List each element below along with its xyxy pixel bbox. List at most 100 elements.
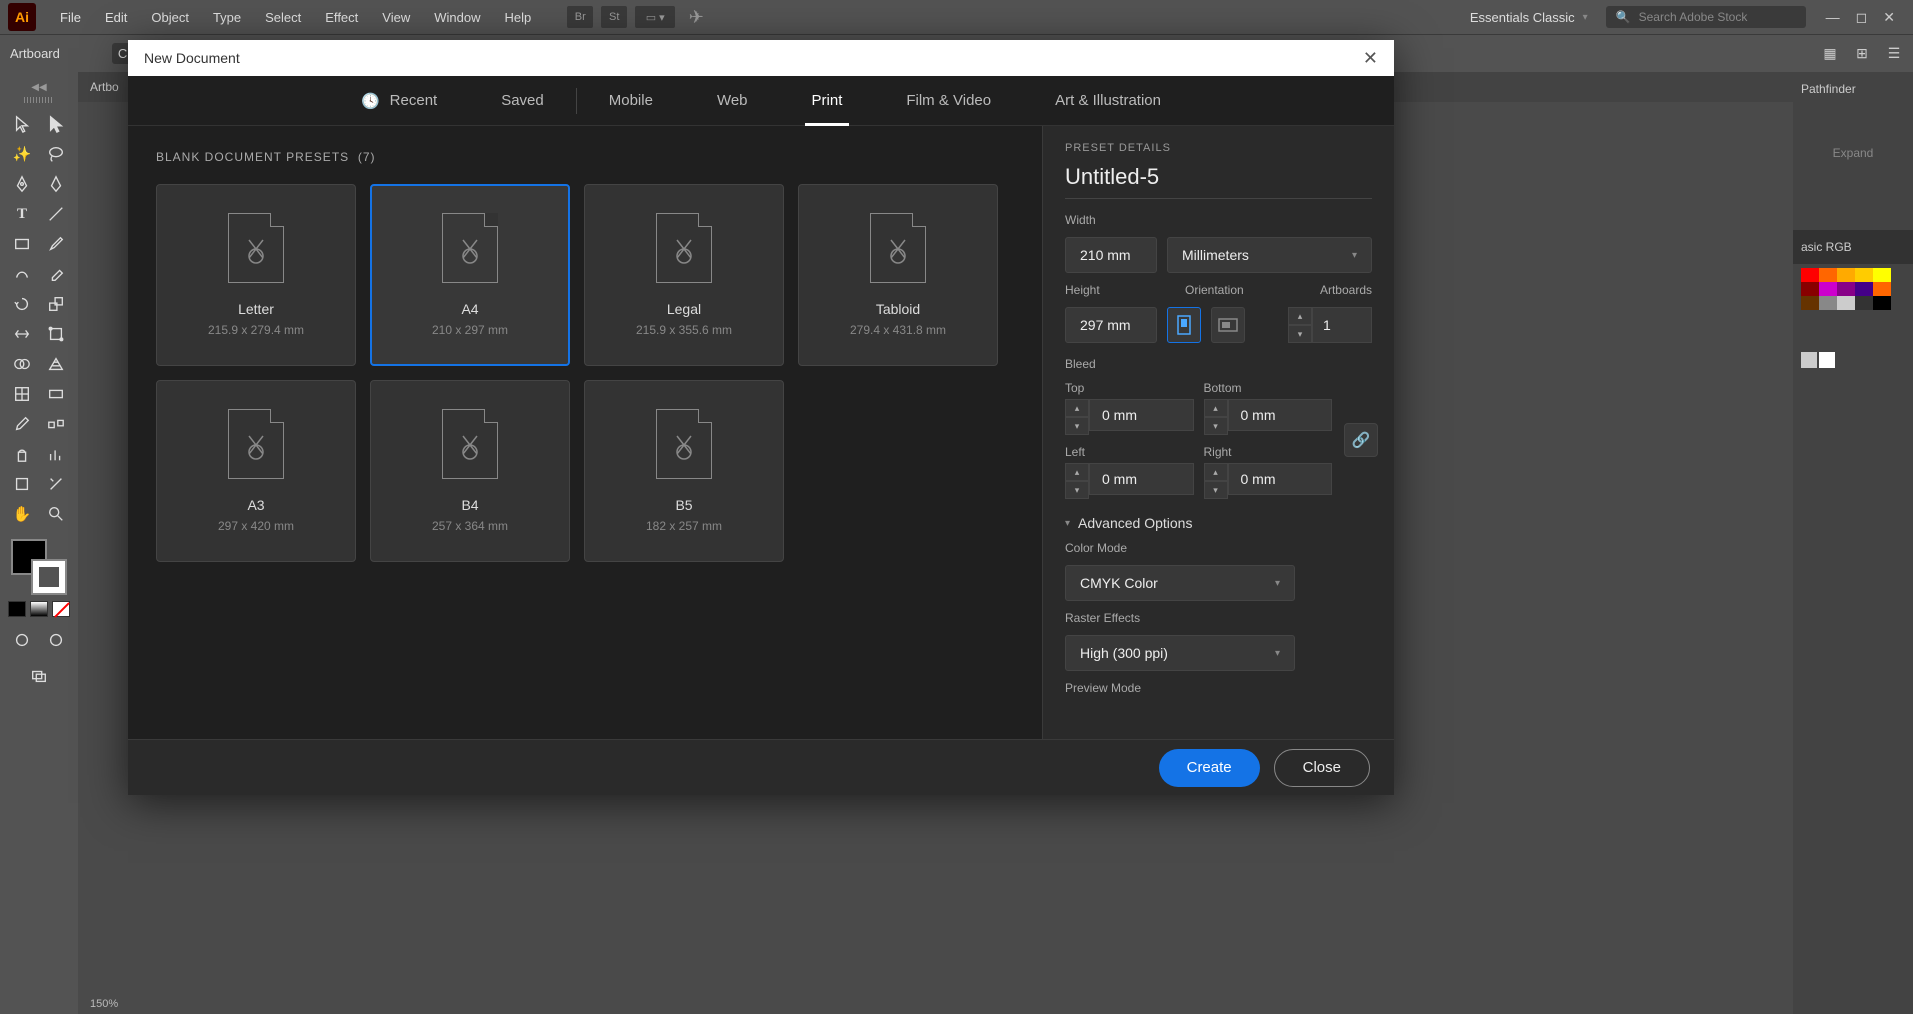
bleed-left-input[interactable]: 0 mm	[1089, 463, 1194, 495]
orientation-portrait[interactable]	[1167, 307, 1201, 343]
gradient-mode-icon[interactable]	[30, 601, 48, 617]
draw-mode-icon[interactable]	[5, 625, 39, 655]
bleed-top-up[interactable]: ▴	[1065, 399, 1089, 417]
screen-mode-icon[interactable]	[22, 661, 56, 691]
zoom-level[interactable]: 150%	[90, 998, 118, 1010]
width-input[interactable]: 210 mm	[1065, 237, 1157, 273]
preset-b4[interactable]: B4257 x 364 mm	[370, 380, 570, 562]
link-bleed-icon[interactable]: 🔗	[1344, 423, 1378, 457]
stroke-swatch[interactable]	[31, 559, 67, 595]
color-mode-dropdown[interactable]: CMYK Color ▾	[1065, 565, 1295, 601]
scale-tool[interactable]	[39, 289, 73, 319]
graph-tool[interactable]	[39, 439, 73, 469]
curvature-tool[interactable]	[39, 169, 73, 199]
lasso-tool[interactable]	[39, 139, 73, 169]
bleed-left-down[interactable]: ▾	[1065, 481, 1089, 499]
eraser-tool[interactable]	[39, 259, 73, 289]
artboard-tool[interactable]	[5, 469, 39, 499]
height-input[interactable]: 297 mm	[1065, 307, 1157, 343]
perspective-tool[interactable]	[39, 349, 73, 379]
swatch-magenta[interactable]	[1819, 282, 1837, 296]
free-transform-tool[interactable]	[39, 319, 73, 349]
bleed-right-input[interactable]: 0 mm	[1228, 463, 1333, 495]
search-stock-input[interactable]: 🔍 Search Adobe Stock	[1606, 6, 1806, 28]
swatch-ltgray[interactable]	[1837, 296, 1855, 310]
collapse-icon[interactable]: ◀◀	[31, 82, 46, 93]
direct-selection-tool[interactable]	[39, 109, 73, 139]
menu-select[interactable]: Select	[253, 2, 313, 33]
tab-art-illustration[interactable]: Art & Illustration	[1023, 76, 1193, 126]
close-window-icon[interactable]: ✕	[1883, 9, 1895, 26]
menu-type[interactable]: Type	[201, 2, 253, 33]
preset-letter[interactable]: Letter215.9 x 279.4 mm	[156, 184, 356, 366]
menu-edit[interactable]: Edit	[93, 2, 139, 33]
menu-effect[interactable]: Effect	[313, 2, 370, 33]
doc-tab[interactable]: Artbo	[90, 80, 119, 94]
bleed-right-down[interactable]: ▾	[1204, 481, 1228, 499]
artboard-up[interactable]: ▴	[1288, 307, 1312, 325]
bleed-bottom-up[interactable]: ▴	[1204, 399, 1228, 417]
type-tool[interactable]: T	[5, 199, 39, 229]
preset-legal[interactable]: Legal215.9 x 355.6 mm	[584, 184, 784, 366]
tab-web[interactable]: Web	[685, 76, 780, 126]
prefs-icon[interactable]: ☰	[1885, 45, 1903, 63]
bleed-bottom-down[interactable]: ▾	[1204, 417, 1228, 435]
close-icon[interactable]: ✕	[1363, 48, 1378, 69]
slice-tool[interactable]	[39, 469, 73, 499]
maximize-icon[interactable]: ◻	[1856, 9, 1868, 26]
document-name-input[interactable]: Untitled-5	[1065, 164, 1372, 199]
shaper-tool[interactable]	[5, 259, 39, 289]
tab-print[interactable]: Print	[780, 76, 875, 126]
width-tool[interactable]	[5, 319, 39, 349]
swatch-red[interactable]	[1801, 268, 1819, 282]
raster-effects-dropdown[interactable]: High (300 ppi) ▾	[1065, 635, 1295, 671]
rectangle-tool[interactable]	[5, 229, 39, 259]
mesh-tool[interactable]	[5, 379, 39, 409]
artboard-down[interactable]: ▾	[1288, 325, 1312, 343]
preset-a3[interactable]: A3297 x 420 mm	[156, 380, 356, 562]
swatches-panel-tab[interactable]: asic RGB	[1793, 230, 1913, 264]
workspace-dropdown[interactable]: Essentials Classic ▾	[1452, 10, 1606, 25]
bleed-bottom-input[interactable]: 0 mm	[1228, 399, 1333, 431]
swatch-violet[interactable]	[1855, 282, 1873, 296]
preset-a4[interactable]: A4210 x 297 mm	[370, 184, 570, 366]
magic-wand-tool[interactable]: ✨	[5, 139, 39, 169]
bridge-icon[interactable]: Br	[567, 6, 593, 28]
swatch-orange2[interactable]	[1873, 282, 1891, 296]
tab-film-video[interactable]: Film & Video	[874, 76, 1023, 126]
menu-object[interactable]: Object	[139, 2, 201, 33]
none-mode-icon[interactable]	[52, 601, 70, 617]
menu-window[interactable]: Window	[422, 2, 492, 33]
preset-tabloid[interactable]: Tabloid279.4 x 431.8 mm	[798, 184, 998, 366]
swatch-yellow[interactable]	[1873, 268, 1891, 282]
orientation-landscape[interactable]	[1211, 307, 1245, 343]
units-dropdown[interactable]: Millimeters ▾	[1167, 237, 1372, 273]
tab-saved[interactable]: Saved	[469, 76, 576, 126]
expand-button[interactable]: Expand	[1793, 106, 1913, 200]
artboards-field[interactable]	[1312, 307, 1372, 343]
menu-help[interactable]: Help	[492, 2, 543, 33]
color-mode-icon[interactable]	[8, 601, 26, 617]
hand-tool[interactable]: ✋	[5, 499, 39, 529]
symbol-sprayer-tool[interactable]	[5, 439, 39, 469]
create-button[interactable]: Create	[1159, 749, 1260, 787]
tab-recent[interactable]: 🕓Recent	[329, 76, 469, 126]
draw-behind-icon[interactable]	[39, 625, 73, 655]
bleed-top-down[interactable]: ▾	[1065, 417, 1089, 435]
swatch-darkred[interactable]	[1801, 282, 1819, 296]
swatch-brown[interactable]	[1801, 296, 1819, 310]
mini-swatch[interactable]	[1819, 352, 1835, 368]
bleed-right-up[interactable]: ▴	[1204, 463, 1228, 481]
line-tool[interactable]	[39, 199, 73, 229]
bleed-top-input[interactable]: 0 mm	[1089, 399, 1194, 431]
align-icon-2[interactable]: ⊞	[1853, 45, 1871, 63]
menu-file[interactable]: File	[48, 2, 93, 33]
selection-tool[interactable]	[5, 109, 39, 139]
advanced-options-toggle[interactable]: ▾ Advanced Options	[1065, 515, 1372, 531]
gradient-tool[interactable]	[39, 379, 73, 409]
swatch-gray[interactable]	[1819, 296, 1837, 310]
preset-b5[interactable]: B5182 x 257 mm	[584, 380, 784, 562]
bleed-left-up[interactable]: ▴	[1065, 463, 1089, 481]
stock-icon[interactable]: St	[601, 6, 627, 28]
menu-view[interactable]: View	[370, 2, 422, 33]
